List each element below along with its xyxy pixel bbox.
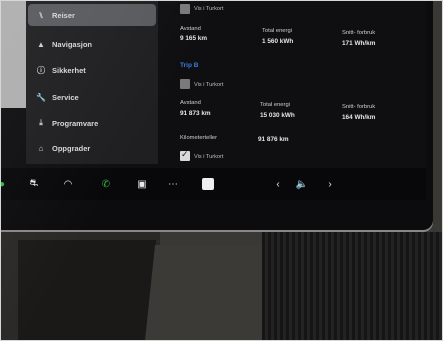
checkbox-label: Vis i Turkort — [194, 6, 224, 12]
navigation-icon: ▲ — [37, 39, 45, 49]
odometer-value: 91 876 km — [258, 136, 289, 143]
sidebar-item-label: Reiser — [52, 10, 75, 20]
sidebar-item-safety[interactable]: ⓘ Sikkerhet — [34, 59, 156, 81]
safety-icon: ⓘ — [37, 65, 45, 75]
more-icon[interactable]: ⋯ — [165, 176, 181, 192]
avg-consumption-label: Snitt- forbruk — [342, 30, 376, 36]
odometer-label: Kilometerteller — [180, 135, 218, 141]
total-energy-label: Total energi — [262, 28, 292, 34]
phone-icon[interactable]: ✆ — [98, 176, 114, 192]
car-icon[interactable]: ⛐ — [26, 176, 42, 192]
wrench-icon: 🔧 — [36, 92, 46, 102]
sidebar-item-label: Oppgrader — [52, 143, 91, 153]
total-energy-value: 1 560 kWh — [262, 38, 294, 45]
media-icon[interactable]: ▣ — [134, 176, 150, 192]
checkbox-label: Vis i Turkort — [194, 154, 224, 160]
show-in-trip-card-checkbox[interactable] — [180, 4, 190, 14]
chevron-left-icon[interactable]: ‹ — [270, 176, 286, 192]
avg-consumption-value: 164 Wh/km — [342, 114, 376, 121]
sidebar-item-label: Service — [52, 92, 79, 102]
avg-consumption-label: Snitt- forbruk — [342, 104, 376, 110]
avg-consumption-value: 171 Wh/km — [342, 40, 376, 47]
status-dot-icon: ● — [0, 178, 6, 190]
total-energy-value: 15 030 kWh — [260, 112, 295, 119]
console-strip — [18, 240, 156, 341]
sidebar-item-navigation[interactable]: ▲ Navigasjon — [34, 33, 156, 55]
sidebar-item-software[interactable]: ⤓ Programvare — [34, 112, 156, 134]
sidebar-item-upgrade[interactable]: ⌂ Oppgrader — [34, 137, 156, 159]
distance-label: Avstand — [180, 26, 201, 32]
trips-icon: ⑊ — [38, 10, 44, 20]
taskbar: ● ⛐ ◠ ✆ ▣ ⋯ ‹ 🔈 › — [0, 168, 426, 200]
sidebar-item-trips[interactable]: ⑊ Reiser — [28, 4, 156, 26]
sidebar-item-service[interactable]: 🔧 Service — [34, 86, 156, 108]
lock-icon: ⌂ — [38, 143, 44, 153]
distance-label: Avstand — [180, 100, 201, 106]
chevron-right-icon[interactable]: › — [322, 176, 338, 192]
distance-value: 91 873 km — [180, 110, 211, 117]
map-strip — [0, 0, 26, 108]
distance-value: 9 165 km — [180, 35, 208, 42]
photo: ⑊ Reiser ▲ Navigasjon ⓘ Sikkerhet 🔧 Serv… — [0, 0, 443, 341]
total-energy-label: Total energi — [260, 102, 290, 108]
settings-sidebar: ⑊ Reiser ▲ Navigasjon ⓘ Sikkerhet 🔧 Serv… — [26, 0, 158, 164]
trips-panel: Vis i Turkort Avstand 9 165 km Total ene… — [158, 0, 426, 164]
show-in-trip-card-checkbox[interactable]: ✓ — [180, 149, 190, 161]
console-right — [262, 232, 443, 341]
wiper-icon[interactable]: ◠ — [60, 176, 76, 192]
sidebar-item-label: Programvare — [52, 118, 99, 128]
download-icon: ⤓ — [39, 118, 43, 127]
app-icon[interactable] — [200, 176, 216, 192]
check-icon: ✓ — [181, 149, 189, 159]
sidebar-item-label: Sikkerhet — [52, 65, 86, 75]
volume-icon[interactable]: 🔈 — [294, 176, 310, 192]
console-mid — [144, 245, 276, 341]
screen: ⑊ Reiser ▲ Navigasjon ⓘ Sikkerhet 🔧 Serv… — [0, 0, 426, 200]
screen-bezel: ⑊ Reiser ▲ Navigasjon ⓘ Sikkerhet 🔧 Serv… — [0, 0, 433, 230]
show-in-trip-card-checkbox[interactable] — [180, 79, 190, 89]
sidebar-item-label: Navigasjon — [52, 39, 93, 49]
checkbox-label: Vis i Turkort — [194, 82, 224, 88]
trip-b-title: Trip B — [180, 62, 199, 69]
